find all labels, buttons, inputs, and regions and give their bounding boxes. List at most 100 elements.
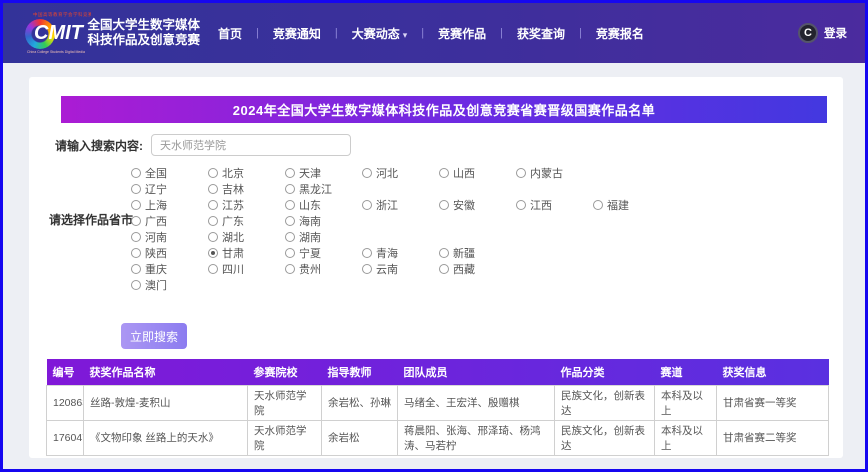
province-option[interactable]: 西藏: [439, 261, 516, 277]
nav-separator: |: [256, 27, 259, 39]
nav-item-2[interactable]: 竞赛通知: [273, 25, 321, 42]
province-option[interactable]: 北京: [208, 165, 285, 181]
province-option[interactable]: 内蒙古: [516, 165, 593, 181]
province-row: 澳门: [131, 277, 670, 293]
radio-icon[interactable]: [593, 200, 603, 210]
province-row: 辽宁吉林黑龙江: [131, 181, 670, 197]
radio-icon[interactable]: [439, 264, 449, 274]
radio-icon[interactable]: [208, 264, 218, 274]
radio-icon[interactable]: [208, 216, 218, 226]
province-name: 河北: [376, 165, 398, 181]
radio-icon[interactable]: [362, 200, 372, 210]
radio-icon[interactable]: [131, 200, 141, 210]
province-option[interactable]: 吉林: [208, 181, 285, 197]
main-content: 2024年全国大学生数字媒体科技作品及创意竞赛省赛晋级国赛作品名单 请输入搜索内…: [3, 63, 865, 469]
province-option[interactable]: 浙江: [362, 197, 439, 213]
province-option[interactable]: 湖北: [208, 229, 285, 245]
province-option[interactable]: 青海: [362, 245, 439, 261]
province-option[interactable]: 全国: [131, 165, 208, 181]
nav-separator: |: [335, 27, 338, 39]
nav-item-6[interactable]: 竞赛报名: [596, 25, 644, 42]
table-cell: 《文物印象 丝路上的天水》: [84, 420, 248, 455]
avatar[interactable]: C: [798, 23, 818, 43]
province-option[interactable]: 宁夏: [285, 245, 362, 261]
province-option[interactable]: 上海: [131, 197, 208, 213]
radio-icon[interactable]: [208, 232, 218, 242]
nav-item-5[interactable]: 获奖查询: [517, 25, 565, 42]
province-option[interactable]: 重庆: [131, 261, 208, 277]
province-filter-label: 请选择作品省市:: [49, 211, 137, 228]
province-option[interactable]: 福建: [593, 197, 670, 213]
logo-acronym: CMIT: [34, 22, 83, 45]
province-option[interactable]: 四川: [208, 261, 285, 277]
search-input[interactable]: [151, 134, 351, 156]
radio-icon[interactable]: [285, 232, 295, 242]
province-option[interactable]: 海南: [285, 213, 362, 229]
nav-item-1[interactable]: 首页: [218, 25, 242, 42]
province-option[interactable]: 澳门: [131, 277, 208, 293]
province-option[interactable]: 安徽: [439, 197, 516, 213]
radio-icon[interactable]: [285, 216, 295, 226]
province-option[interactable]: 江苏: [208, 197, 285, 213]
list-title-banner: 2024年全国大学生数字媒体科技作品及创意竞赛省赛晋级国赛作品名单: [61, 96, 827, 123]
radio-icon[interactable]: [362, 168, 372, 178]
province-option[interactable]: 河南: [131, 229, 208, 245]
province-option[interactable]: 河北: [362, 165, 439, 181]
radio-icon[interactable]: [285, 184, 295, 194]
column-header: 获奖作品名称: [84, 359, 248, 385]
radio-icon[interactable]: [131, 264, 141, 274]
radio-icon[interactable]: [285, 200, 295, 210]
cmit-logo-icon: 中国高等教育学会学科竞赛排行榜赛事 CMIT China College Stu…: [25, 11, 83, 55]
radio-icon[interactable]: [208, 184, 218, 194]
province-option[interactable]: 陕西: [131, 245, 208, 261]
radio-icon[interactable]: [439, 248, 449, 258]
province-option[interactable]: 新疆: [439, 245, 516, 261]
province-name: 湖北: [222, 229, 244, 245]
radio-icon[interactable]: [516, 168, 526, 178]
province-name: 青海: [376, 245, 398, 261]
radio-icon[interactable]: [285, 168, 295, 178]
province-name: 重庆: [145, 261, 167, 277]
search-button[interactable]: 立即搜索: [121, 323, 187, 349]
nav-item-3[interactable]: 大赛动态▾: [352, 25, 408, 42]
login-area[interactable]: C 登录: [798, 23, 847, 43]
table-cell: 蒋晨阳、张海、邢泽琦、杨鸿涛、马若柠: [398, 420, 555, 455]
province-option[interactable]: 江西: [516, 197, 593, 213]
province-option[interactable]: 山东: [285, 197, 362, 213]
radio-icon[interactable]: [362, 248, 372, 258]
province-name: 澳门: [145, 277, 167, 293]
radio-icon[interactable]: [131, 248, 141, 258]
radio-icon[interactable]: [516, 200, 526, 210]
radio-icon[interactable]: [362, 264, 372, 274]
province-option[interactable]: 云南: [362, 261, 439, 277]
table-cell: 176047: [47, 420, 84, 455]
radio-icon[interactable]: [285, 264, 295, 274]
nav: 首页|竞赛通知|大赛动态▾|竞赛作品|获奖查询|竞赛报名: [218, 25, 644, 42]
radio-icon[interactable]: [131, 280, 141, 290]
radio-icon[interactable]: [439, 200, 449, 210]
province-option[interactable]: 广西: [131, 213, 208, 229]
radio-icon[interactable]: [439, 168, 449, 178]
province-option[interactable]: 湖南: [285, 229, 362, 245]
radio-icon[interactable]: [208, 168, 218, 178]
province-name: 广西: [145, 213, 167, 229]
radio-icon[interactable]: [208, 200, 218, 210]
radio-icon[interactable]: [131, 184, 141, 194]
province-option[interactable]: 黑龙江: [285, 181, 362, 197]
logo[interactable]: 中国高等教育学会学科竞赛排行榜赛事 CMIT China College Stu…: [25, 11, 200, 55]
table-cell: 天水师范学院: [248, 385, 322, 420]
province-option[interactable]: 山西: [439, 165, 516, 181]
nav-item-4[interactable]: 竞赛作品: [438, 25, 486, 42]
radio-icon[interactable]: [131, 216, 141, 226]
province-option[interactable]: 辽宁: [131, 181, 208, 197]
province-radio-group: 全国北京天津河北山西内蒙古辽宁吉林黑龙江上海江苏山东浙江安徽江西福建广西广东海南…: [131, 165, 670, 293]
province-option[interactable]: 天津: [285, 165, 362, 181]
radio-icon[interactable]: [131, 232, 141, 242]
radio-icon[interactable]: [208, 248, 218, 258]
login-button[interactable]: 登录: [824, 25, 847, 41]
radio-icon[interactable]: [285, 248, 295, 258]
radio-icon[interactable]: [131, 168, 141, 178]
province-option[interactable]: 贵州: [285, 261, 362, 277]
province-option[interactable]: 广东: [208, 213, 285, 229]
province-option[interactable]: 甘肃: [208, 245, 285, 261]
